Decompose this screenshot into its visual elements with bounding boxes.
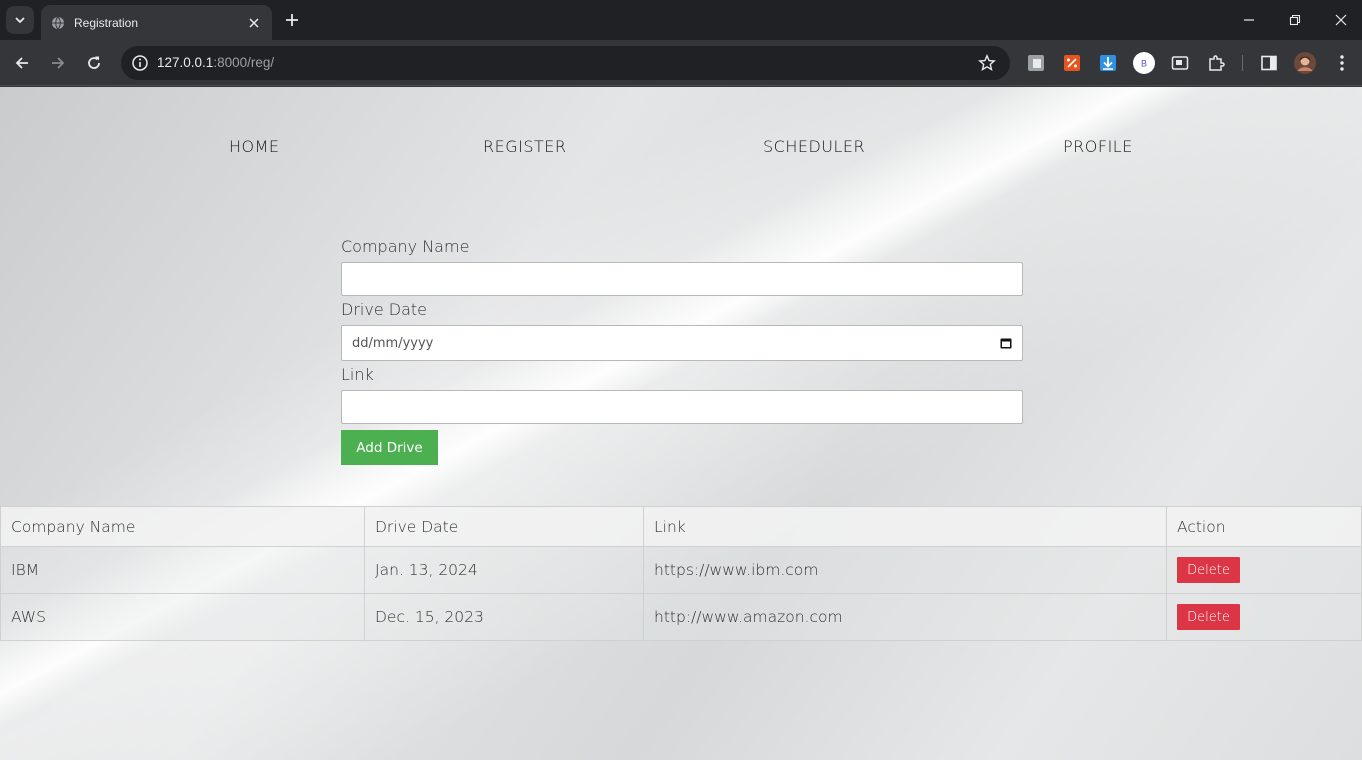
extensions-button[interactable]: [1205, 52, 1227, 74]
close-tab-button[interactable]: [246, 15, 262, 31]
nav-profile-link[interactable]: PROFILE: [1063, 137, 1133, 156]
arrow-right-icon: [52, 57, 65, 69]
url-text: 127.0.0.1:8000/reg/: [157, 55, 274, 70]
tab-search-button[interactable]: [6, 6, 34, 34]
address-bar[interactable]: 127.0.0.1:8000/reg/: [121, 46, 1010, 80]
profile-avatar-button[interactable]: [1294, 52, 1316, 74]
new-tab-button[interactable]: [281, 9, 303, 31]
cell-link: http://www.amazon.com: [643, 593, 1167, 641]
add-drive-button[interactable]: Add Drive: [341, 430, 438, 465]
extension-profile-badge[interactable]: B: [1133, 52, 1155, 74]
delete-button[interactable]: Delete: [1177, 604, 1240, 630]
link-label: Link: [341, 365, 374, 384]
column-header-company: Company Name: [0, 506, 365, 547]
globe-icon: [52, 16, 64, 29]
company-name-input[interactable]: [341, 262, 1023, 296]
close-icon: [249, 17, 259, 28]
column-header-action: Action: [1166, 506, 1362, 547]
drive-date-label: Drive Date: [341, 300, 427, 319]
cell-link: https://www.ibm.com: [643, 546, 1167, 594]
company-name-label: Company Name: [341, 237, 470, 256]
drive-date-placeholder: dd/mm/yyyy: [352, 336, 434, 351]
url-path: :8000/reg/: [213, 55, 275, 70]
extension-percent-button[interactable]: [1061, 52, 1083, 74]
nav-scheduler-link[interactable]: SCHEDULER: [763, 137, 865, 156]
extension-tile-icon: [1028, 55, 1044, 71]
download-icon: [1100, 55, 1116, 71]
restore-icon: [1289, 14, 1301, 26]
url-host: 127.0.0.1: [157, 55, 214, 70]
media-button[interactable]: [1169, 52, 1191, 74]
cell-company: IBM: [0, 546, 365, 594]
reload-icon: [88, 56, 100, 69]
nav-home-link[interactable]: HOME: [229, 137, 280, 156]
restore-button[interactable]: [1272, 0, 1318, 40]
cell-date: Jan. 13, 2024: [364, 546, 644, 594]
avatar-icon: [1294, 52, 1316, 74]
minimize-icon: [1244, 19, 1254, 21]
extension-tile-button[interactable]: [1025, 52, 1047, 74]
browser-tabstrip: Registration: [0, 0, 1362, 40]
close-window-button[interactable]: [1318, 0, 1362, 40]
picture-in-picture-icon: [1171, 56, 1189, 70]
plus-icon: [286, 14, 298, 26]
column-header-date: Drive Date: [364, 506, 644, 547]
calendar-icon[interactable]: [1000, 337, 1012, 349]
bookmark-star-icon[interactable]: [978, 54, 996, 72]
chevron-down-icon: [15, 17, 25, 24]
browser-tab[interactable]: Registration: [41, 5, 272, 40]
puzzle-icon: [1209, 55, 1225, 71]
extension-download-button[interactable]: [1097, 52, 1119, 74]
nav-register-link[interactable]: REGISTER: [483, 137, 567, 156]
table-header-row: Company Name Drive Date Link Action: [0, 506, 1362, 547]
badge-icon: B: [1133, 52, 1155, 74]
back-button[interactable]: [8, 49, 36, 77]
kebab-menu-icon: [1340, 55, 1344, 71]
cell-action: Delete: [1166, 593, 1362, 641]
reload-button[interactable]: [80, 49, 108, 77]
drive-date-input[interactable]: dd/mm/yyyy: [341, 325, 1023, 361]
link-input[interactable]: [341, 390, 1023, 424]
side-panel-button[interactable]: [1258, 52, 1280, 74]
table-row: AWS Dec. 15, 2023 http://www.amazon.com …: [0, 593, 1362, 641]
info-icon: [132, 55, 148, 71]
close-icon: [1335, 14, 1347, 26]
cell-action: Delete: [1166, 546, 1362, 594]
side-panel-icon: [1261, 55, 1277, 71]
browser-menu-button[interactable]: [1331, 52, 1353, 74]
minimize-button[interactable]: [1226, 0, 1272, 40]
forward-button[interactable]: [44, 49, 72, 77]
delete-button[interactable]: Delete: [1177, 557, 1240, 583]
cell-date: Dec. 15, 2023: [364, 593, 644, 641]
arrow-left-icon: [15, 57, 28, 69]
column-header-link: Link: [643, 506, 1167, 547]
drives-table: Company Name Drive Date Link Action IBM …: [0, 506, 1362, 641]
page-content: HOME REGISTER SCHEDULER PROFILE Company …: [0, 87, 1362, 760]
toolbar-divider: [1242, 55, 1243, 71]
percent-icon: [1064, 55, 1080, 71]
tab-title: Registration: [74, 15, 139, 30]
badge-letter: B: [1141, 59, 1147, 69]
cell-company: AWS: [0, 593, 365, 641]
table-row: IBM Jan. 13, 2024 https://www.ibm.com De…: [0, 546, 1362, 594]
browser-toolbar: 127.0.0.1:8000/reg/ B: [0, 40, 1362, 86]
